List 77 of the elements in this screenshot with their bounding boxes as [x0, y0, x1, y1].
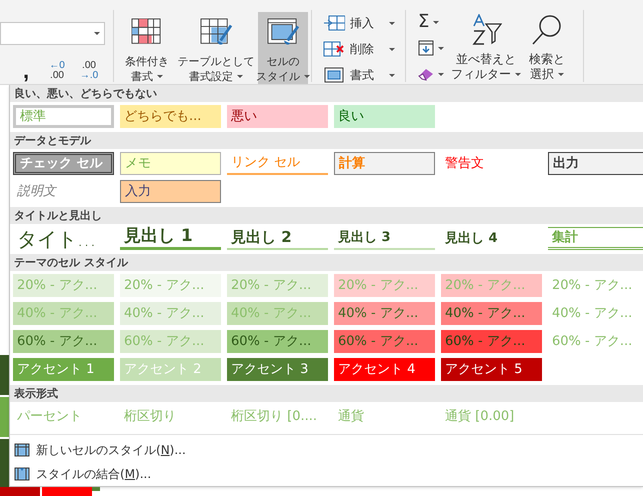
- cell-style-item[interactable]: リンク セル: [227, 152, 328, 175]
- cell-style-item[interactable]: パーセント: [13, 405, 114, 428]
- delete-button[interactable]: 削除: [323, 39, 395, 59]
- cell-style-item[interactable]: 60% - アク...: [13, 330, 114, 353]
- find-and-select-button[interactable]: 検索と 選択: [522, 14, 572, 84]
- cell-styles-button[interactable]: セルの スタイル: [258, 12, 308, 84]
- search-icon: [531, 14, 563, 46]
- cell-style-item[interactable]: タイト...: [13, 227, 114, 250]
- cell-style-icon: [14, 442, 30, 458]
- cell-style-item[interactable]: 40% - アク...: [441, 302, 542, 325]
- cell-style-item[interactable]: アクセント 4: [334, 358, 435, 381]
- cell-style-item[interactable]: 悪い: [227, 105, 328, 128]
- cell-style-item[interactable]: 見出し 2: [227, 227, 328, 250]
- sort-and-filter-button[interactable]: 並べ替えと フィルター: [452, 14, 520, 84]
- caret-icon: [389, 74, 395, 76]
- number-format-field[interactable]: [0, 22, 105, 45]
- cell-style-item[interactable]: 計算: [334, 152, 435, 175]
- format-button[interactable]: 書式: [323, 65, 395, 85]
- cell-style-item[interactable]: 60% - アク...: [334, 330, 435, 353]
- caret-icon: [237, 75, 243, 78]
- cell-style-item[interactable]: 説明文: [13, 180, 114, 203]
- cell-style-item[interactable]: 60% - アク...: [548, 330, 643, 353]
- fill-button[interactable]: [418, 38, 444, 58]
- cell-style-item[interactable]: 桁区切り: [120, 405, 221, 428]
- decrease-decimal-button[interactable]: .00 →.0: [77, 58, 101, 84]
- cell-style-item[interactable]: どちらでも...: [120, 105, 221, 128]
- cell-style-item[interactable]: アクセント 1: [13, 358, 114, 381]
- cell-style-item[interactable]: 通貨 [0.00]: [441, 405, 542, 428]
- cell-style-item[interactable]: チェック セル: [13, 152, 114, 175]
- caret-icon: [389, 22, 395, 24]
- cell-style-item[interactable]: メモ: [120, 152, 221, 175]
- caret-icon: [438, 72, 444, 76]
- cell-style-item[interactable]: 40% - アク...: [548, 302, 643, 325]
- insert-button[interactable]: 挿入: [323, 13, 395, 33]
- cell-style-item[interactable]: アクセント 5: [441, 358, 542, 381]
- section-header: テーマのセル スタイル: [10, 254, 643, 271]
- autosum-button[interactable]: Σ: [418, 12, 440, 32]
- cell-style-item[interactable]: 20% - アク...: [548, 274, 643, 297]
- insert-cells-icon: [323, 15, 345, 31]
- merge-styles-menu-item[interactable]: スタイルの結合(M)...: [10, 462, 643, 486]
- cell-style-item[interactable]: 良い: [334, 105, 435, 128]
- eraser-icon: [418, 67, 434, 81]
- format-as-table-button[interactable]: テーブルとして 書式設定: [175, 12, 257, 84]
- section-header: 表示形式: [10, 385, 643, 402]
- caret-icon: [157, 75, 163, 78]
- comma-style-button[interactable]: ,: [14, 58, 38, 84]
- cell-style-item[interactable]: 警告文: [441, 152, 542, 175]
- increase-decimal-button[interactable]: ←0 .00: [45, 58, 69, 84]
- cell-style-item[interactable]: 見出し 4: [441, 227, 542, 250]
- cell-style-item[interactable]: アクセント 3: [227, 358, 328, 381]
- conditional-formatting-button[interactable]: 条件付き 書式: [120, 12, 174, 84]
- caret-icon: [389, 48, 395, 50]
- fill-down-icon: [418, 40, 434, 56]
- new-cell-style-menu-item[interactable]: 新しいセルのスタイル(N)...: [10, 438, 643, 462]
- cell-style-item[interactable]: 40% - アク...: [334, 302, 435, 325]
- cell-style-item[interactable]: 60% - アク...: [441, 330, 542, 353]
- sort-filter-icon: [470, 14, 502, 46]
- cell-style-item[interactable]: 入力: [120, 180, 221, 203]
- caret-icon: [558, 73, 564, 76]
- section-header: タイトルと見出し: [10, 207, 643, 224]
- caret-icon: [94, 32, 100, 35]
- cell-style-item[interactable]: 見出し 1: [120, 227, 221, 250]
- delete-cells-icon: [323, 41, 345, 57]
- section-header: 良い、悪い、どちらでもない: [10, 85, 643, 102]
- caret-icon: [438, 46, 444, 50]
- cell-style-item[interactable]: 標準: [13, 105, 114, 128]
- cell-style-item[interactable]: 桁区切り [0....: [227, 405, 328, 428]
- cell-style-item[interactable]: 通貨: [334, 405, 435, 428]
- caret-icon: [515, 73, 521, 76]
- cell-style-item[interactable]: 見出し 3: [334, 227, 435, 250]
- cell-style-item[interactable]: 60% - アク...: [227, 330, 328, 353]
- cell-style-item[interactable]: 出力: [548, 152, 643, 175]
- cell-style-item[interactable]: 集計: [548, 227, 643, 250]
- section-header: データとモデル: [10, 132, 643, 149]
- caret-icon: [433, 20, 440, 24]
- merge-styles-icon: [14, 466, 30, 482]
- caret-icon: [304, 75, 310, 78]
